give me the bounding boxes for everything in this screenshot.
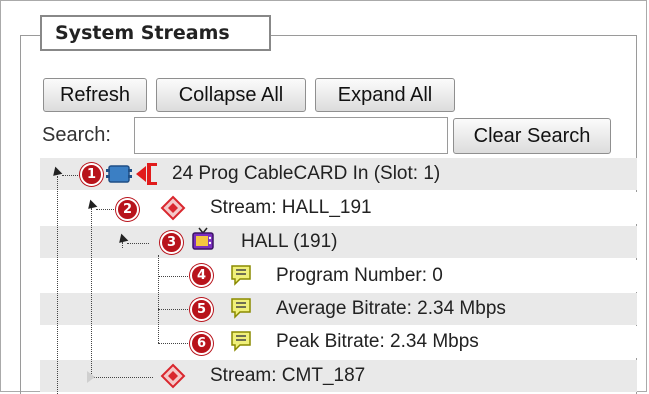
search-input[interactable] bbox=[134, 117, 448, 154]
callout-badge: 2 bbox=[116, 198, 139, 221]
clear-search-button[interactable]: Clear Search bbox=[453, 118, 611, 154]
tree-connector bbox=[158, 255, 159, 343]
tree-row-bg bbox=[40, 226, 637, 258]
tree-node-label[interactable]: Stream: CMT_187 bbox=[210, 364, 365, 388]
tv-program-icon bbox=[192, 227, 214, 250]
stream-icon bbox=[160, 195, 186, 221]
callout-badge: 5 bbox=[190, 298, 213, 321]
tree-node-label[interactable]: Average Bitrate: 2.34 Mbps bbox=[276, 297, 506, 321]
tree-connector bbox=[158, 309, 188, 310]
tree-connector bbox=[96, 209, 114, 210]
expand-all-button[interactable]: Expand All bbox=[315, 78, 455, 112]
panel-legend: System Streams bbox=[40, 15, 271, 51]
tree-connector bbox=[127, 243, 149, 244]
info-comment-icon bbox=[231, 265, 251, 286]
tree-connector bbox=[57, 176, 58, 394]
tree-connector bbox=[158, 343, 188, 344]
tree-connector bbox=[91, 208, 92, 378]
refresh-button[interactable]: Refresh bbox=[43, 78, 147, 112]
tree-connector bbox=[158, 276, 188, 277]
info-comment-icon bbox=[231, 298, 251, 319]
collapse-all-button[interactable]: Collapse All bbox=[156, 78, 306, 112]
callout-badge: 1 bbox=[80, 163, 103, 186]
callout-badge: 3 bbox=[160, 231, 183, 254]
tree-node-label[interactable]: Program Number: 0 bbox=[276, 264, 443, 288]
callout-badge: 6 bbox=[190, 332, 213, 355]
tree-node-label[interactable]: Peak Bitrate: 2.34 Mbps bbox=[276, 330, 479, 354]
expand-toggle[interactable] bbox=[87, 371, 95, 383]
tree-connector bbox=[91, 377, 153, 378]
stream-icon bbox=[160, 363, 186, 389]
callout-badge: 4 bbox=[190, 264, 213, 287]
info-comment-icon bbox=[231, 331, 251, 352]
tree-node-label[interactable]: Stream: HALL_191 bbox=[210, 196, 372, 220]
search-label: Search: bbox=[42, 124, 111, 146]
cablecard-input-icon bbox=[106, 163, 157, 185]
tree-node-label[interactable]: 24 Prog CableCARD In (Slot: 1) bbox=[172, 162, 440, 186]
tree-node-label[interactable]: HALL (191) bbox=[241, 230, 337, 254]
